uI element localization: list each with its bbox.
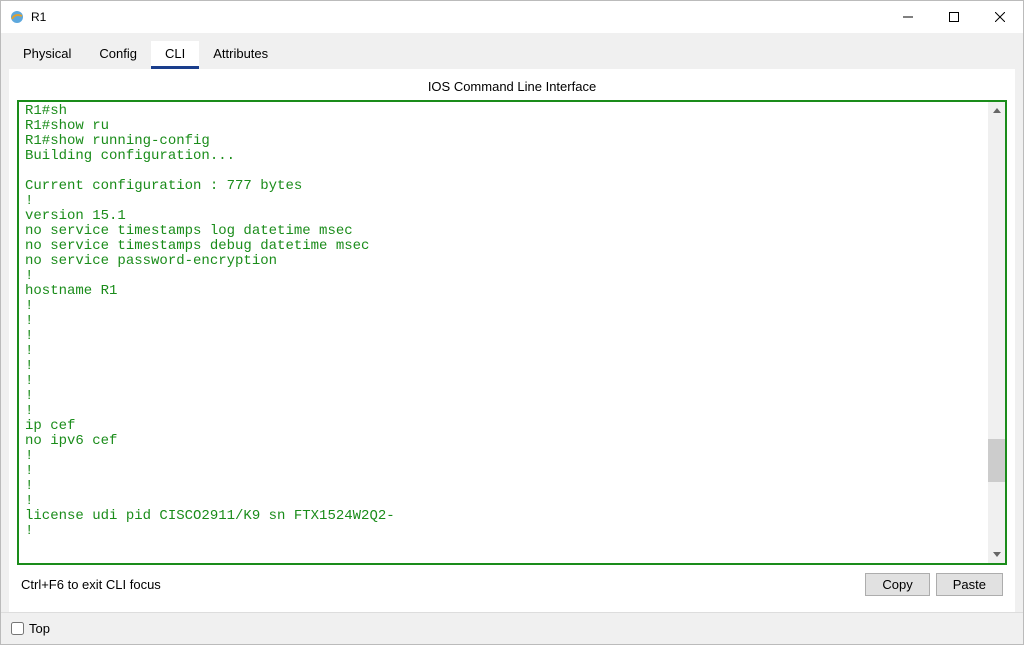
cli-hint: Ctrl+F6 to exit CLI focus: [21, 577, 161, 592]
copy-button[interactable]: Copy: [865, 573, 929, 596]
scroll-down-arrow[interactable]: [988, 546, 1005, 563]
scroll-thumb[interactable]: [988, 439, 1005, 482]
window-title: R1: [31, 10, 46, 24]
top-label: Top: [29, 621, 50, 636]
tab-attributes[interactable]: Attributes: [199, 41, 282, 69]
minimize-button[interactable]: [885, 1, 931, 33]
panel-footer: Ctrl+F6 to exit CLI focus Copy Paste: [17, 565, 1007, 604]
close-button[interactable]: [977, 1, 1023, 33]
cli-terminal[interactable]: R1#sh R1#show ru R1#show running-config …: [19, 102, 988, 563]
tab-cli[interactable]: CLI: [151, 41, 199, 69]
tab-bar: Physical Config CLI Attributes: [9, 41, 1015, 69]
app-icon: [9, 9, 25, 25]
content-area: Physical Config CLI Attributes IOS Comma…: [1, 33, 1023, 612]
terminal-container: R1#sh R1#show ru R1#show running-config …: [17, 100, 1007, 565]
scroll-up-arrow[interactable]: [988, 102, 1005, 119]
window-controls: [885, 1, 1023, 33]
tab-physical[interactable]: Physical: [9, 41, 85, 69]
status-bar: Top: [1, 612, 1023, 644]
panel-title: IOS Command Line Interface: [17, 75, 1007, 100]
terminal-scrollbar[interactable]: [988, 102, 1005, 563]
tab-config[interactable]: Config: [85, 41, 151, 69]
paste-button[interactable]: Paste: [936, 573, 1003, 596]
titlebar: R1: [1, 1, 1023, 33]
maximize-button[interactable]: [931, 1, 977, 33]
top-checkbox[interactable]: [11, 622, 24, 635]
scroll-track[interactable]: [988, 119, 1005, 546]
cli-panel: IOS Command Line Interface R1#sh R1#show…: [9, 69, 1015, 612]
